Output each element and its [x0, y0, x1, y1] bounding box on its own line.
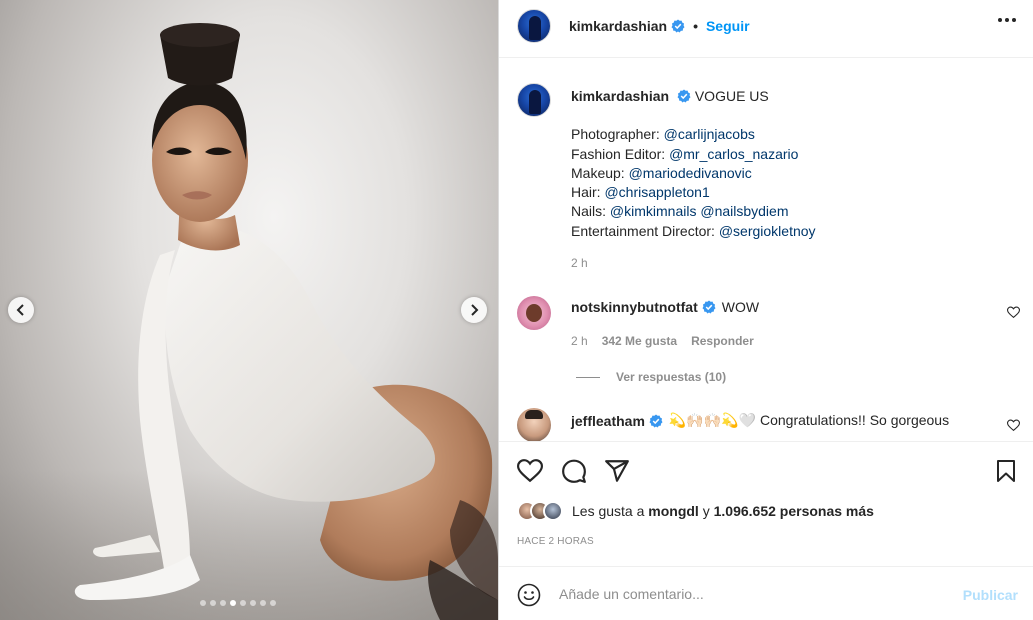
- verified-badge-icon: [677, 89, 691, 103]
- view-replies-button[interactable]: Ver respuestas (10): [576, 370, 726, 384]
- carousel-dot: [240, 600, 246, 606]
- credit-line: Hair: @chrisappleton1: [571, 183, 1011, 202]
- comment-input[interactable]: [559, 583, 939, 605]
- credit-role: Fashion Editor:: [571, 145, 670, 162]
- credit-role: Photographer:: [571, 126, 664, 143]
- carousel-indicator: [200, 600, 276, 606]
- carousel-dot: [260, 600, 266, 606]
- likes-text: Les gusta a mongdl y 1.096.652 personas …: [572, 503, 874, 519]
- verified-badge-icon: [671, 19, 685, 33]
- credit-role: Makeup:: [571, 164, 629, 181]
- follow-button[interactable]: Seguir: [706, 18, 750, 34]
- comment-likes-count[interactable]: 342 Me gusta: [602, 334, 677, 348]
- credit-mention-link[interactable]: @carlijnjacobs: [664, 126, 755, 142]
- carousel-dot: [270, 600, 276, 606]
- comment-text: 💫🙌🏻🙌🏻💫🤍 Congratulations!! So gorgeous: [668, 412, 950, 428]
- carousel-dot: [250, 600, 256, 606]
- post-media[interactable]: [0, 0, 498, 620]
- comment-like-icon[interactable]: [1007, 419, 1020, 432]
- likes-summary: Les gusta a mongdl y 1.096.652 personas …: [517, 501, 874, 521]
- credit-line: Nails: @kimkimnails @nailsbydiem: [571, 202, 1011, 221]
- comment-timestamp[interactable]: 2 h: [571, 334, 588, 348]
- carousel-dot: [220, 600, 226, 606]
- caption-title: VOGUE US: [694, 88, 769, 104]
- carousel-next-icon: [471, 304, 479, 316]
- credit-line: Fashion Editor: @mr_carlos_nazario: [571, 145, 1011, 164]
- separator-dot: •: [693, 18, 698, 34]
- carousel-dot: [230, 600, 236, 606]
- commenter-avatar[interactable]: [517, 296, 551, 330]
- emoji-icon[interactable]: [517, 583, 541, 607]
- reply-button[interactable]: Responder: [691, 334, 754, 348]
- likes-prefix: Les gusta a: [572, 503, 649, 519]
- credit-mention-link[interactable]: @mariodedivanovic: [629, 165, 752, 181]
- post-actions: [499, 443, 1033, 499]
- verified-badge-icon: [649, 414, 663, 427]
- post-photo: [74, 23, 498, 620]
- publish-button[interactable]: Publicar: [963, 587, 1018, 603]
- comment-text: WOW: [721, 299, 760, 315]
- caption-credits: Photographer: @carlijnjacobs Fashion Edit…: [571, 125, 1011, 241]
- author-avatar[interactable]: [517, 9, 551, 43]
- add-comment-bar: Publicar: [499, 566, 1033, 620]
- credit-mention-link[interactable]: @kimkimnails: [610, 203, 697, 219]
- comment-icon[interactable]: [561, 458, 587, 484]
- commenter-avatar[interactable]: [517, 408, 551, 441]
- carousel-prev-button[interactable]: [8, 297, 34, 323]
- credit-line: Photographer: @carlijnjacobs: [571, 125, 1011, 144]
- caption-author-avatar[interactable]: [517, 83, 551, 117]
- carousel-prev-icon: [16, 304, 24, 316]
- view-replies-label: Ver respuestas (10): [616, 370, 727, 384]
- credit-role: Entertainment Director:: [571, 222, 719, 239]
- carousel-dot: [200, 600, 206, 606]
- verified-badge-icon: [702, 300, 716, 314]
- like-heart-icon[interactable]: [517, 458, 543, 484]
- post-timestamp[interactable]: HACE 2 HORAS: [517, 536, 594, 547]
- share-icon[interactable]: [604, 458, 630, 484]
- caption-timestamp[interactable]: 2 h: [571, 256, 588, 270]
- comment-row: jeffleatham 💫🙌🏻🙌🏻💫🤍 Congratulations!! So…: [571, 412, 949, 429]
- post-header: kimkardashian • Seguir: [499, 0, 1033, 58]
- carousel-next-button[interactable]: [461, 297, 487, 323]
- replies-divider: [576, 376, 600, 378]
- credit-line: Makeup: @mariodedivanovic: [571, 164, 1011, 183]
- comments-list[interactable]: kimkardashian VOGUE US Photographer: @ca…: [499, 59, 1033, 442]
- author-username[interactable]: kimkardashian: [569, 18, 667, 34]
- credit-mention-link[interactable]: @sergiokletnoy: [719, 223, 816, 239]
- credit-mention-link[interactable]: @nailsbydiem: [700, 203, 788, 219]
- comment-meta: 2 h 342 Me gusta Responder: [571, 334, 754, 348]
- first-liker-link[interactable]: mongdl: [648, 503, 699, 519]
- credit-role: Hair:: [571, 184, 605, 201]
- post-sidebar: kimkardashian • Seguir kimkardashian VOG…: [498, 0, 1033, 620]
- commenter-username[interactable]: notskinnybutnotfat: [571, 299, 698, 315]
- credit-mention-link[interactable]: @chrisappleton1: [604, 184, 709, 200]
- comment-like-icon[interactable]: [1007, 306, 1020, 319]
- likes-middle: y: [698, 503, 714, 519]
- save-bookmark-icon[interactable]: [994, 458, 1018, 484]
- credit-mention-link[interactable]: @mr_carlos_nazario: [669, 146, 798, 162]
- liker-avatar: [543, 501, 563, 521]
- credit-line: Entertainment Director: @sergiokletnoy: [571, 222, 1011, 241]
- carousel-dot: [210, 600, 216, 606]
- comment-row: notskinnybutnotfat WOW: [571, 299, 759, 315]
- likes-count-link[interactable]: 1.096.652 personas más: [714, 503, 874, 519]
- commenter-username[interactable]: jeffleatham: [571, 413, 645, 429]
- credit-role: Nails:: [571, 203, 610, 220]
- more-options-icon[interactable]: [998, 18, 1016, 22]
- caption-author-username[interactable]: kimkardashian: [571, 88, 669, 104]
